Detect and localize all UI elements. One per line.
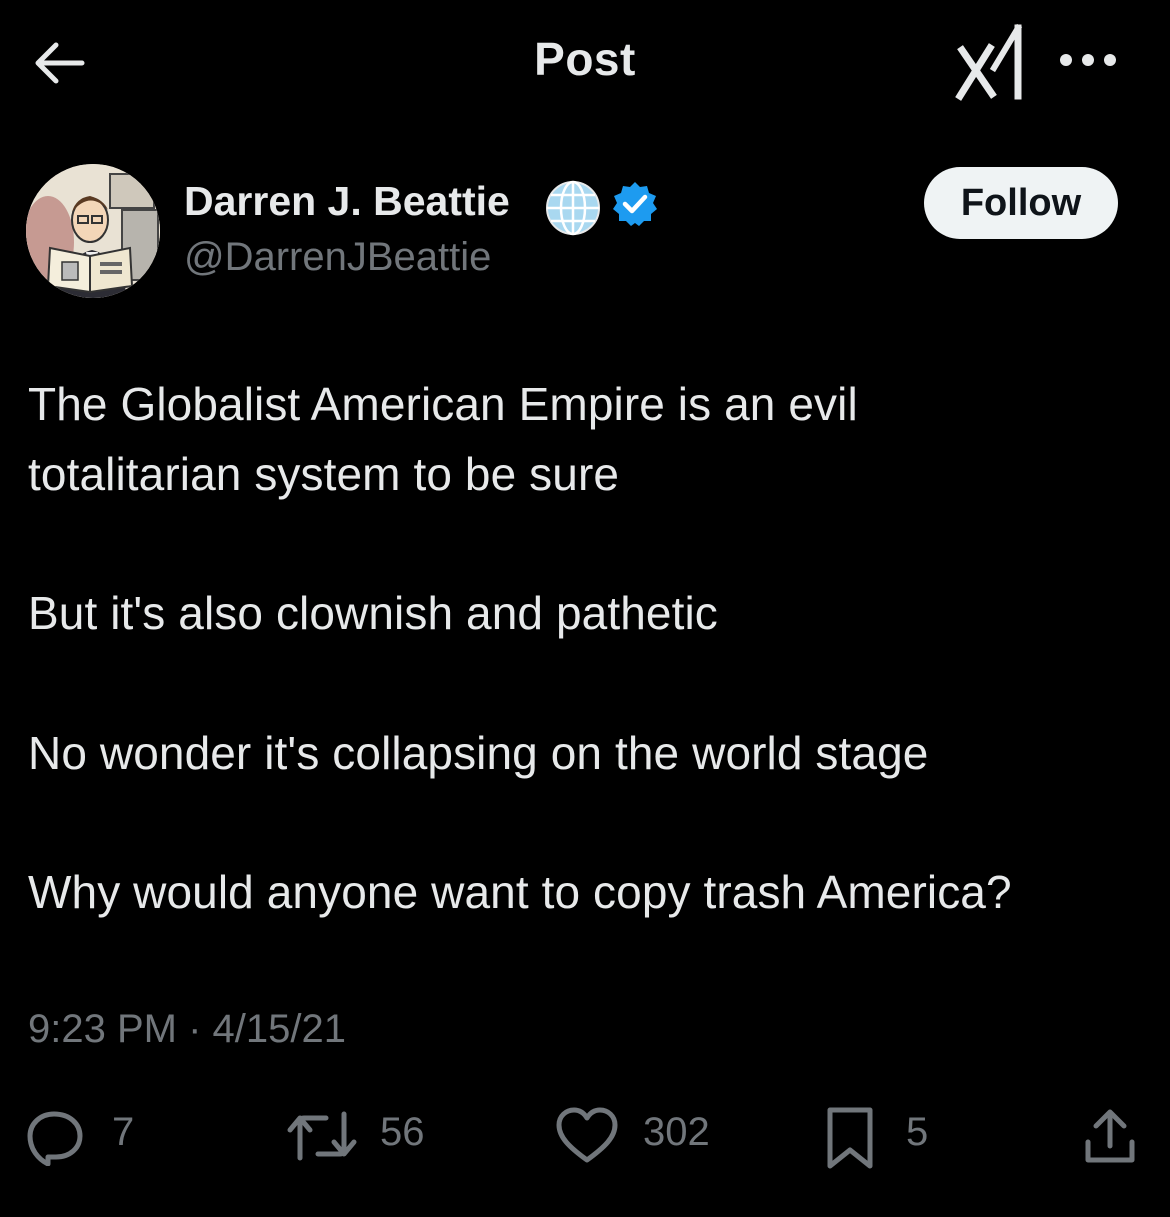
bookmark-count: 5 xyxy=(906,1110,929,1154)
post-text-line: Why would anyone want to copy trash Amer… xyxy=(28,866,1012,918)
heart-icon xyxy=(556,1107,618,1163)
reply-count: 7 xyxy=(112,1110,135,1154)
grok-button[interactable] xyxy=(950,22,1030,102)
like-button[interactable]: 302 xyxy=(555,1098,735,1170)
share-icon xyxy=(1085,1109,1135,1163)
post-text-line: But it's also clownish and pathetic xyxy=(28,587,718,639)
post-text-line: The Globalist American Empire is an evil xyxy=(28,378,858,430)
author-handle[interactable]: @DarrenJBeattie xyxy=(184,235,491,280)
post-text-line: totalitarian system to be sure xyxy=(28,448,620,500)
repost-icon xyxy=(287,1111,357,1161)
verified-badge-icon xyxy=(611,180,659,228)
post-timestamp[interactable]: 9:23 PM · 4/15/21 xyxy=(28,1007,346,1052)
avatar-illustration xyxy=(26,164,160,298)
grok-logo-icon xyxy=(955,23,1023,101)
more-options-button[interactable] xyxy=(1052,40,1122,80)
more-horizontal-icon xyxy=(1060,54,1116,66)
bookmark-icon xyxy=(827,1107,873,1169)
post-text-line: No wonder it's collapsing on the world s… xyxy=(28,727,929,779)
bookmark-button[interactable]: 5 xyxy=(822,1098,952,1170)
share-button[interactable] xyxy=(1082,1098,1142,1170)
avatar[interactable] xyxy=(26,164,160,298)
author-name[interactable]: Darren J. Beattie xyxy=(184,178,510,225)
repost-count: 56 xyxy=(380,1110,425,1154)
reply-icon xyxy=(27,1111,83,1166)
follow-button[interactable]: Follow xyxy=(924,167,1118,239)
repost-button[interactable]: 56 xyxy=(286,1098,446,1170)
like-count: 302 xyxy=(643,1110,710,1154)
globe-icon xyxy=(545,180,601,236)
reply-button[interactable]: 7 xyxy=(26,1098,156,1170)
